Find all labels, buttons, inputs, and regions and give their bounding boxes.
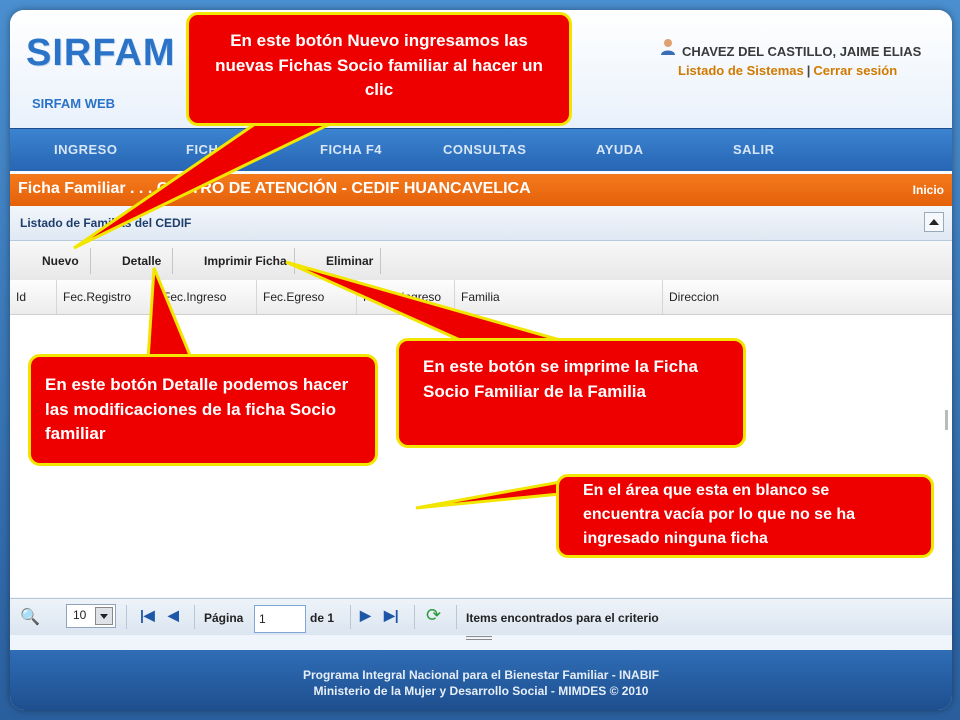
nuevo-button[interactable]: Nuevo xyxy=(42,254,79,268)
callout-nuevo: En este botón Nuevo ingresamos las nueva… xyxy=(186,12,572,126)
grid-title: Listado de Familias del CEDIF xyxy=(20,216,192,230)
logout-link[interactable]: Cerrar sesión xyxy=(813,63,897,78)
pager-divider xyxy=(126,605,127,629)
grid-scrollbar[interactable] xyxy=(945,410,948,430)
detalle-button[interactable]: Detalle xyxy=(122,254,161,268)
grid-column-headers: Id Fec.Registro Fec.Ingreso Fec.Egreso F… xyxy=(10,280,952,315)
toolbar-divider xyxy=(294,248,295,274)
page-title-bar: Ficha Familiar . . . CENTRO DE ATENCIÓN … xyxy=(10,174,952,206)
last-page-icon[interactable]: ▶| xyxy=(384,607,399,624)
page-size-select[interactable]: 10 xyxy=(66,604,116,628)
refresh-icon[interactable]: ⟳ xyxy=(426,605,441,626)
menu-item-salir[interactable]: SALIR xyxy=(733,142,775,157)
user-icon xyxy=(661,39,675,55)
home-link[interactable]: Inicio xyxy=(913,183,944,197)
app-footer: Programa Integral Nacional para el Biene… xyxy=(10,650,952,710)
callout-blanco: En el área que esta en blanco se encuent… xyxy=(556,474,934,558)
eliminar-button[interactable]: Eliminar xyxy=(326,254,373,268)
menu-item-ficha[interactable]: FICH xyxy=(186,142,218,157)
pager-divider xyxy=(350,605,351,629)
grid-toolbar: Nuevo Detalle Imprimir Ficha Eliminar xyxy=(10,242,952,281)
first-page-icon[interactable]: |◀ xyxy=(140,607,155,624)
footer-line-2: Ministerio de la Mujer y Desarrollo Soci… xyxy=(313,684,649,698)
menu-item-ficha-f4[interactable]: FICHA F4 xyxy=(320,142,382,157)
next-page-icon[interactable]: ▶ xyxy=(360,607,371,624)
page-label: Página xyxy=(204,611,244,625)
column-header-fec-ingreso[interactable]: Fec.Ingreso xyxy=(157,280,257,314)
grid-pager: 🔍 10 |◀ ◀ Página 1 de 1 ▶ ▶| ⟳ Items enc… xyxy=(10,598,952,635)
toolbar-divider xyxy=(90,248,91,274)
pager-divider xyxy=(414,605,415,629)
app-logo: SIRFAM xyxy=(26,32,176,74)
main-menu: INGRESO FICH FICHA F4 CONSULTAS AYUDA SA… xyxy=(10,128,952,171)
callout-detalle: En este botón Detalle podemos hacer las … xyxy=(28,354,378,466)
chevron-down-icon xyxy=(95,607,113,625)
column-header-direccion[interactable]: Direccion xyxy=(663,280,952,314)
previous-page-icon[interactable]: ◀ xyxy=(168,607,179,624)
column-header-id[interactable]: Id xyxy=(10,280,57,314)
toolbar-divider xyxy=(380,248,381,274)
toolbar-divider xyxy=(172,248,173,274)
page-total-label: de 1 xyxy=(310,611,335,625)
imprimir-ficha-button[interactable]: Imprimir Ficha xyxy=(204,254,287,268)
page-title: Ficha Familiar . . . CENTRO DE ATENCIÓN … xyxy=(18,180,531,197)
app-logo-subtitle: SIRFAM WEB xyxy=(32,96,116,111)
collapse-button[interactable] xyxy=(924,212,944,232)
page-number-input[interactable]: 1 xyxy=(254,605,306,633)
menu-item-ayuda[interactable]: AYUDA xyxy=(596,142,644,157)
column-header-fec-egreso[interactable]: Fec.Egreso xyxy=(257,280,357,314)
pager-divider xyxy=(456,605,457,629)
column-header-familia[interactable]: Familia xyxy=(455,280,663,314)
grid-header: Listado de Familias del CEDIF xyxy=(10,206,952,241)
callout-imprimir: En este botón se imprime la Ficha Socio … xyxy=(396,338,746,448)
pager-divider xyxy=(194,605,195,629)
header-links: Listado de Sistemas | Cerrar sesión xyxy=(678,63,897,78)
user-name: CHAVEZ DEL CASTILLO, JAIME ELIAS xyxy=(682,44,922,59)
column-header-fec-reingreso[interactable]: Fec.Reingreso xyxy=(357,280,455,314)
resize-grip[interactable] xyxy=(466,636,492,642)
column-header-fec-registro[interactable]: Fec.Registro xyxy=(57,280,157,314)
link-separator: | xyxy=(806,63,811,78)
systems-link[interactable]: Listado de Sistemas xyxy=(678,63,804,78)
menu-item-consultas[interactable]: CONSULTAS xyxy=(443,142,526,157)
footer-line-1: Programa Integral Nacional para el Biene… xyxy=(302,668,660,682)
menu-item-ingreso[interactable]: INGRESO xyxy=(54,142,117,157)
search-icon[interactable]: 🔍 xyxy=(20,607,40,627)
pager-status: Items encontrados para el criterio xyxy=(466,611,659,625)
